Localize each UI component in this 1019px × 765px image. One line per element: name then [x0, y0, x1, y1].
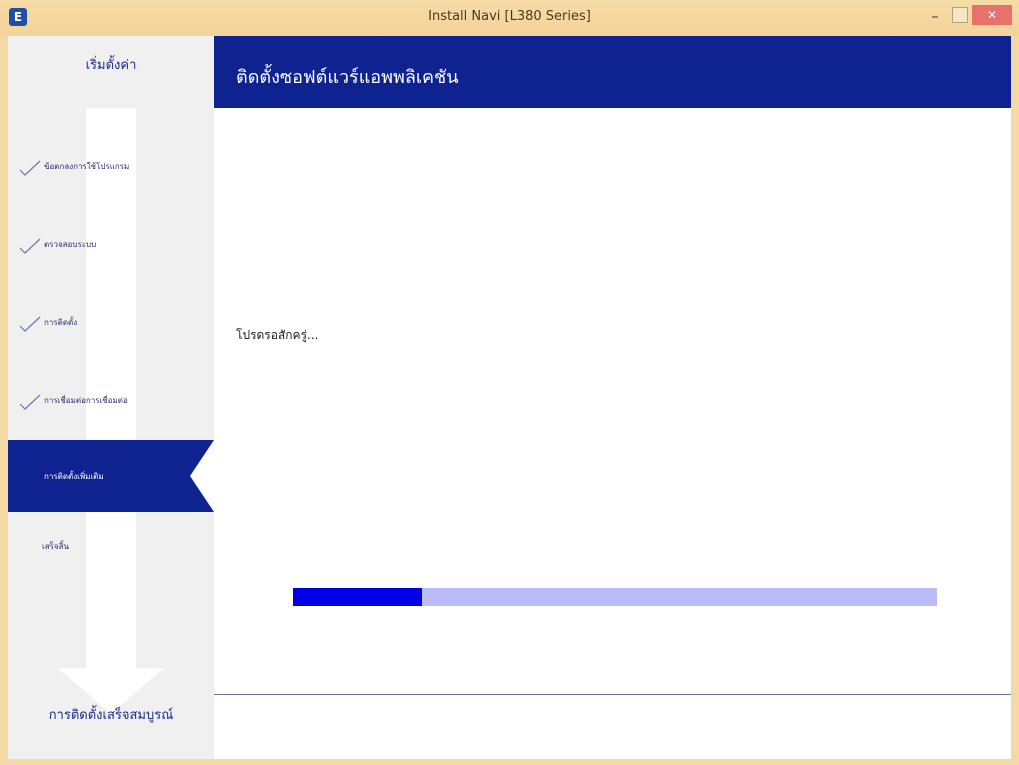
step-label: เสร็จสิ้น	[42, 542, 69, 551]
page-header: ติดตั้งซอฟต์แวร์แอพพลิเคชัน	[214, 36, 1011, 108]
progress-fill	[293, 588, 422, 606]
step-label: การติดตั้งเพิ่มเติม	[44, 472, 104, 481]
minimize-button[interactable]: –	[928, 8, 942, 26]
step-item-finish: เสร็จสิ้น	[8, 528, 214, 568]
step-item-connection: การเชื่อมต่อการเชื่อมต่อ	[8, 382, 214, 422]
checkmark-icon	[19, 316, 41, 332]
sidebar-start-label: เริ่มตั้งค่า	[85, 58, 137, 73]
status-message: โปรดรอสักครู่...	[236, 328, 319, 342]
step-item-install: การติดตั้ง	[8, 304, 214, 344]
footer-area	[214, 695, 1011, 759]
active-step-pointer-icon	[190, 440, 214, 512]
step-label: ข้อตกลงการใช้โปรแกรม	[44, 162, 130, 171]
checkmark-icon	[19, 394, 41, 410]
main-content: โปรดรอสักครู่...	[214, 108, 1011, 693]
window-title: Install Navi [L380 Series]	[428, 9, 591, 24]
step-item-license: ข้อตกลงการใช้โปรแกรม	[8, 148, 214, 188]
step-label: การติดตั้ง	[44, 318, 78, 327]
title-bar[interactable]: E Install Navi [L380 Series] – ✕	[0, 0, 1019, 36]
page-title: ติดตั้งซอฟต์แวร์แอพพลิเคชัน	[236, 67, 459, 88]
installer-frame: เริ่มตั้งค่า ข้อตกลงการใช้โปรแกรม ตรวจสอ…	[8, 36, 1011, 759]
steps-sidebar: เริ่มตั้งค่า ข้อตกลงการใช้โปรแกรม ตรวจสอ…	[8, 36, 214, 759]
checkmark-icon	[19, 160, 41, 176]
installer-window: E Install Navi [L380 Series] – ✕ เริ่มตั…	[0, 0, 1019, 765]
step-label: ตรวจสอบระบบ	[44, 240, 97, 249]
maximize-button[interactable]	[952, 7, 968, 23]
sidebar-complete-label: การติดตั้งเสร็จสมบูรณ์	[48, 708, 174, 723]
close-button[interactable]: ✕	[972, 5, 1012, 25]
step-item-additional-install: การติดตั้งเพิ่มเติม	[8, 440, 214, 512]
step-item-system-check: ตรวจสอบระบบ	[8, 226, 214, 266]
step-label: การเชื่อมต่อการเชื่อมต่อ	[44, 396, 128, 405]
progress-bar	[293, 588, 937, 606]
window-bottom-border	[0, 759, 1019, 765]
checkmark-icon	[19, 238, 41, 254]
